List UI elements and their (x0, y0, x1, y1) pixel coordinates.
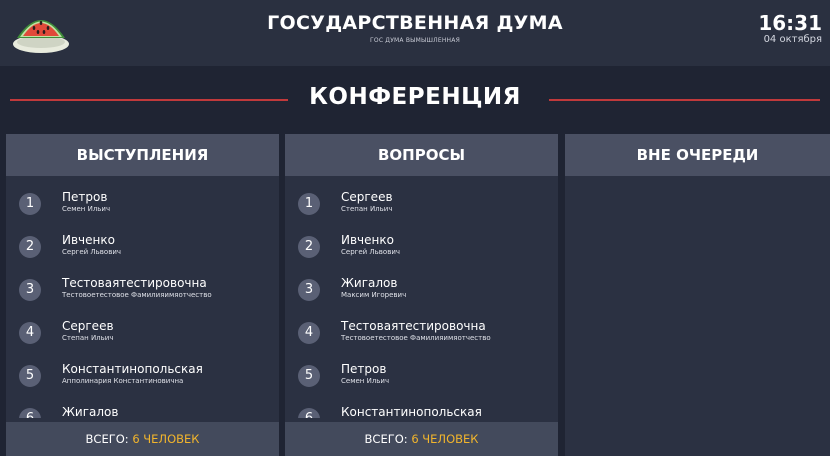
speeches-heading: ВЫСТУПЛЕНИЯ (6, 134, 279, 176)
questions-list[interactable]: 1 Сергеев Степан Ильич 2 Ивченко Сергей … (285, 186, 558, 418)
assembly-title: ГОСУДАРСТВЕННАЯ ДУМА (267, 12, 563, 34)
clock: 16:31 04 октября (758, 12, 822, 45)
speaker-given-names: Степан Ильич (62, 334, 114, 342)
conference-title: КОНФЕРЕНЦИЯ (309, 84, 521, 110)
out-of-turn-heading: ВНЕ ОЧЕРЕДИ (565, 134, 830, 176)
list-item: 4 Тестоваятестировочна Тестовоетестовое … (285, 315, 558, 358)
speaker-given-names: Тестовоетестовое Фамилияимяотчество (341, 334, 491, 342)
speaker-given-names: Сергей Львович (341, 248, 401, 256)
speaker-surname: Тестоваятестировочна (341, 319, 486, 333)
speaker-given-names: Степан Ильич (341, 205, 393, 213)
queue-number: 5 (19, 365, 41, 387)
list-item: 1 Сергеев Степан Ильич (285, 186, 558, 229)
list-item: 1 Петров Семен Ильич (6, 186, 279, 229)
queue-number: 3 (19, 279, 41, 301)
questions-column: ВОПРОСЫ 1 Сергеев Степан Ильич 2 Ивченко… (285, 134, 558, 456)
speaker-surname: Жигалов (62, 405, 119, 418)
out-of-turn-column: ВНЕ ОЧЕРЕДИ (565, 134, 830, 456)
list-item: 3 Жигалов Максим Игоревич (285, 272, 558, 315)
list-item: 2 Ивченко Сергей Львович (285, 229, 558, 272)
speaker-surname: Ивченко (341, 233, 394, 247)
clock-date: 04 октября (763, 34, 822, 45)
list-item: 5 Константинопольская Апполинария Конста… (6, 358, 279, 401)
queue-number: 3 (298, 279, 320, 301)
speeches-total: ВСЕГО: 6 ЧЕЛОВЕК (6, 422, 279, 456)
speaker-surname: Тестоваятестировочна (62, 276, 207, 290)
speaker-given-names: Максим Игоревич (341, 291, 407, 299)
speeches-column: ВЫСТУПЛЕНИЯ 1 Петров Семен Ильич 2 Ивчен… (6, 134, 279, 456)
speaker-given-names: Сергей Львович (62, 248, 122, 256)
speaker-surname: Петров (341, 362, 387, 376)
total-label: ВСЕГО: (85, 432, 129, 446)
list-item: 5 Петров Семен Ильич (285, 358, 558, 401)
questions-total: ВСЕГО: 6 ЧЕЛОВЕК (285, 422, 558, 456)
queue-number: 1 (19, 193, 41, 215)
speaker-surname: Сергеев (62, 319, 114, 333)
list-item: 6 Константинопольская (285, 401, 558, 418)
queue-number: 4 (298, 322, 320, 344)
speaker-surname: Жигалов (341, 276, 398, 290)
list-item: 3 Тестоваятестировочна Тестовоетестовое … (6, 272, 279, 315)
queue-number: 5 (298, 365, 320, 387)
queue-number: 4 (19, 322, 41, 344)
assembly-subtitle: ГОС ДУМА ВЫМЫШЛЕННАЯ (370, 37, 460, 44)
questions-heading: ВОПРОСЫ (285, 134, 558, 176)
list-item: 2 Ивченко Сергей Львович (6, 229, 279, 272)
queue-number: 2 (19, 236, 41, 258)
speaker-given-names: Семен Ильич (62, 205, 111, 213)
clock-time: 16:31 (758, 11, 822, 35)
total-count: 6 ЧЕЛОВЕК (411, 432, 479, 446)
queue-number: 6 (19, 408, 41, 418)
speaker-surname: Сергеев (341, 190, 393, 204)
speaker-given-names: Семен Ильич (341, 377, 390, 385)
speaker-surname: Константинопольская (341, 405, 482, 418)
speaker-given-names: Тестовоетестовое Фамилияимяотчество (62, 291, 212, 299)
speaker-surname: Петров (62, 190, 108, 204)
total-label: ВСЕГО: (364, 432, 408, 446)
total-count: 6 ЧЕЛОВЕК (132, 432, 200, 446)
queue-number: 6 (298, 408, 320, 418)
header-bar: ГОСУДАРСТВЕННАЯ ДУМА ГОС ДУМА ВЫМЫШЛЕННА… (0, 0, 830, 66)
queue-number: 1 (298, 193, 320, 215)
queue-number: 2 (298, 236, 320, 258)
speeches-list[interactable]: 1 Петров Семен Ильич 2 Ивченко Сергей Ль… (6, 186, 279, 418)
speaker-surname: Ивченко (62, 233, 115, 247)
conference-banner: КОНФЕРЕНЦИЯ (0, 66, 830, 134)
speaker-surname: Константинопольская (62, 362, 203, 376)
list-item: 6 Жигалов (6, 401, 279, 418)
speaker-given-names: Апполинария Константиновична (62, 377, 184, 385)
list-item: 4 Сергеев Степан Ильич (6, 315, 279, 358)
divider-right (549, 99, 820, 101)
